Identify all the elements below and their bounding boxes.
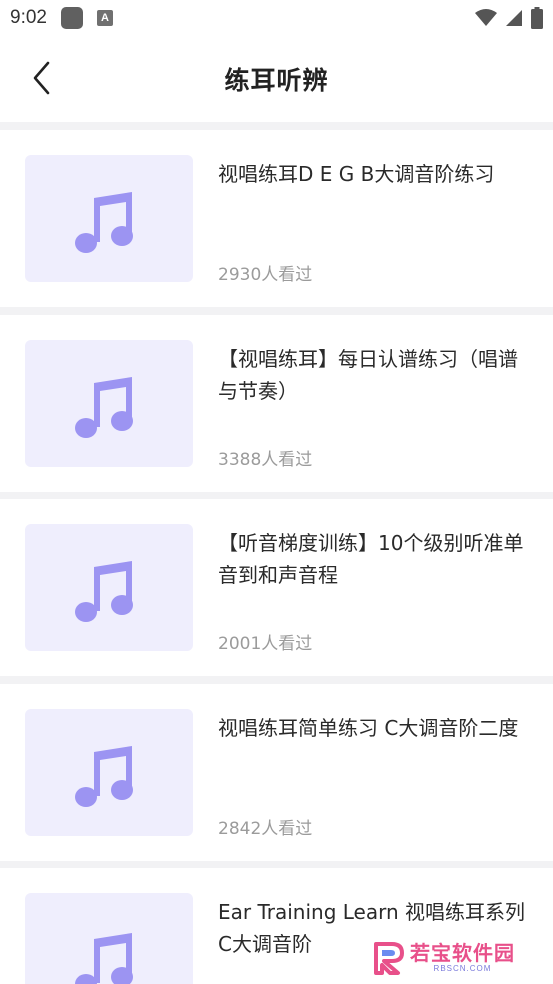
list-item[interactable]: 视唱练耳简单练习 C大调音阶二度 2842人看过 (0, 684, 553, 861)
lesson-title: 【视唱练耳】每日认谱练习（唱谱与节奏） (218, 347, 518, 403)
lesson-thumbnail (25, 524, 193, 651)
watermark-logo: 若宝软件园 RBSCN.COM (372, 938, 542, 978)
lesson-thumbnail (25, 155, 193, 282)
music-note-icon (75, 745, 133, 807)
watermark-text: 若宝软件园 RBSCN.COM (410, 942, 515, 974)
back-button[interactable] (22, 56, 62, 100)
status-time: 9:02 (10, 7, 47, 28)
lesson-title: 【听音梯度训练】10个级别听准单音到和声音程 (218, 531, 524, 587)
view-count: 2930人看过 (218, 265, 313, 285)
list-item[interactable]: 视唱练耳D E G B大调音阶练习 2930人看过 (0, 130, 553, 307)
list-item[interactable]: 【听音梯度训练】10个级别听准单音到和声音程 2001人看过 (0, 499, 553, 676)
music-note-icon (75, 376, 133, 438)
keyboard-a-icon: A (96, 10, 113, 26)
lesson-thumbnail (25, 709, 193, 836)
battery-icon (531, 7, 543, 29)
app-header: 练耳听辨 (0, 36, 553, 122)
wifi-icon (475, 9, 497, 26)
status-icons (475, 7, 543, 29)
watermark-sub: RBSCN.COM (433, 964, 492, 973)
status-bar: 9:02 A (0, 0, 553, 36)
view-count: 2001人看过 (218, 634, 313, 654)
lesson-title: 视唱练耳简单练习 C大调音阶二度 (218, 716, 519, 740)
music-note-icon (75, 560, 133, 622)
lesson-title: 视唱练耳D E G B大调音阶练习 (218, 162, 495, 186)
lesson-thumbnail (25, 340, 193, 467)
view-count: 3388人看过 (218, 450, 313, 470)
list-item[interactable]: 【视唱练耳】每日认谱练习（唱谱与节奏） 3388人看过 (0, 315, 553, 492)
watermark-r-icon (374, 942, 404, 975)
chevron-left-icon (33, 61, 50, 95)
lesson-thumbnail (25, 893, 193, 984)
signal-icon (506, 10, 522, 26)
app-notification-icon (60, 7, 83, 29)
page-title: 练耳听辨 (224, 66, 329, 95)
music-note-icon (75, 191, 133, 253)
music-note-icon (75, 933, 133, 984)
watermark-main: 若宝软件园 (410, 941, 515, 965)
view-count: 2842人看过 (218, 819, 313, 839)
